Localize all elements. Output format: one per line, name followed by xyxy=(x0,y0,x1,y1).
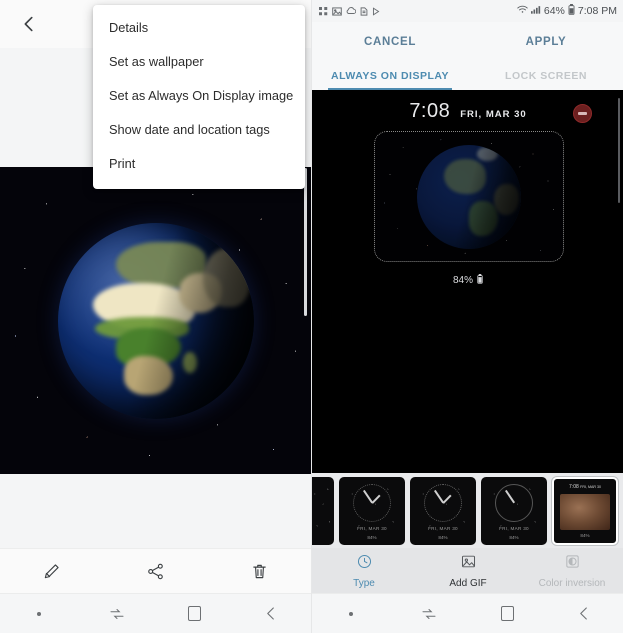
editor-tool-color-inversion-label: Color inversion xyxy=(538,577,606,589)
battery-icon xyxy=(568,3,575,18)
overflow-menu: Details Set as wallpaper Set as Always O… xyxy=(93,5,305,189)
thumbnail-battery-label: 84% xyxy=(580,532,590,538)
status-bar: 64% 7:08 PM xyxy=(312,0,623,22)
editor-tool-bar: Type Add GIF Color inversion xyxy=(312,548,623,593)
dot-icon[interactable] xyxy=(312,611,390,616)
editor-tool-color-inversion[interactable]: Color inversion xyxy=(520,553,623,589)
status-system-icons: 64% 7:08 PM xyxy=(517,3,617,18)
battery-percent-label: 64% xyxy=(543,5,565,17)
document-icon xyxy=(360,6,368,16)
dot-icon[interactable] xyxy=(0,611,78,616)
thumbnail-item[interactable]: FRI, MAR 30 84% xyxy=(481,476,547,545)
aod-preview-canvas[interactable]: 7:08 FRI, MAR 30 84% xyxy=(312,90,623,473)
minus-circle-icon[interactable] xyxy=(573,104,592,123)
preview-battery-percent: 84% xyxy=(452,274,473,286)
thumbnail-item[interactable]: FRI, MAR 30 84% xyxy=(410,476,476,545)
android-navigation-bar-right xyxy=(312,593,623,633)
earth-globe-image xyxy=(57,222,254,419)
preview-earth-globe-image xyxy=(417,144,521,249)
status-clock: 7:08 PM xyxy=(577,5,617,17)
editor-tool-add-gif-label: Add GIF xyxy=(449,577,487,589)
thumbnail-battery-label: 84% xyxy=(509,534,519,540)
thumbnail-star-dots xyxy=(312,476,334,545)
editor-tool-type[interactable]: Type xyxy=(312,553,416,589)
pencil-icon[interactable] xyxy=(35,556,69,586)
share-icon[interactable] xyxy=(138,556,172,586)
thumbnail-item[interactable] xyxy=(312,476,334,545)
recents-icon[interactable] xyxy=(78,605,156,623)
thumbnail-date-value: FRI, MAR 30 xyxy=(580,484,601,489)
menu-item-details[interactable]: Details xyxy=(93,11,305,45)
status-notification-icons xyxy=(319,6,380,16)
chevron-left-icon[interactable] xyxy=(18,13,40,35)
editor-tabs: ALWAYS ON DISPLAY LOCK SCREEN xyxy=(312,62,623,90)
always-on-display-editor-screen: 64% 7:08 PM CANCEL APPLY ALWAYS ON DISPL… xyxy=(311,0,623,633)
analog-clock-face-icon xyxy=(495,483,533,522)
preview-battery-row: 84% xyxy=(312,271,623,289)
gallery-lower-blank-area xyxy=(0,474,311,548)
home-square-icon[interactable] xyxy=(468,606,546,621)
thumbnail-item[interactable]: FRI, MAR 30 84% xyxy=(339,476,405,545)
preview-date: FRI, MAR 30 xyxy=(460,109,527,120)
image-icon xyxy=(460,553,477,575)
trash-icon[interactable] xyxy=(242,556,276,586)
android-navigation-bar-left xyxy=(0,593,311,633)
signal-bars-icon xyxy=(530,5,541,17)
back-arrow-icon[interactable] xyxy=(546,604,623,623)
photo-canvas[interactable] xyxy=(0,167,311,474)
analog-clock-face-icon xyxy=(353,483,391,522)
image-icon xyxy=(332,6,342,16)
menu-item-set-as-wallpaper[interactable]: Set as wallpaper xyxy=(93,45,305,79)
thumbnail-date-label: FRI, MAR 30 xyxy=(428,525,458,531)
contrast-icon xyxy=(564,553,581,575)
cancel-button[interactable]: CANCEL xyxy=(312,36,468,48)
thumbnail-date-label: FRI, MAR 30 xyxy=(499,525,529,531)
preview-battery-icon xyxy=(477,271,483,289)
home-square-icon[interactable] xyxy=(156,606,234,621)
preview-image-frame[interactable] xyxy=(374,131,564,262)
wifi-icon xyxy=(517,5,528,17)
editor-tool-add-gif[interactable]: Add GIF xyxy=(416,553,520,589)
tab-always-on-display[interactable]: ALWAYS ON DISPLAY xyxy=(312,62,468,90)
recents-icon[interactable] xyxy=(390,605,468,623)
thumbnail-battery-label: 84% xyxy=(438,534,448,540)
preview-time: 7:08 xyxy=(409,100,451,122)
cloud-icon xyxy=(346,7,356,15)
play-icon xyxy=(372,6,380,16)
tab-lock-screen[interactable]: LOCK SCREEN xyxy=(468,62,623,90)
editor-tool-type-label: Type xyxy=(353,577,375,589)
thumbnail-item-selected[interactable]: 7:08 FRI, MAR 30 84% xyxy=(552,476,618,545)
thumbnail-date-label: FRI, MAR 30 xyxy=(357,525,387,531)
preview-scrollbar[interactable] xyxy=(617,98,620,203)
back-arrow-icon[interactable] xyxy=(233,604,311,623)
menu-item-show-date-and-location-tags[interactable]: Show date and location tags xyxy=(93,113,305,147)
thumbnail-gif-preview xyxy=(560,493,610,530)
gallery-viewer-screen: Details Set as wallpaper Set as Always O… xyxy=(0,0,311,633)
screenshot-root: Details Set as wallpaper Set as Always O… xyxy=(0,0,623,633)
menu-item-set-as-always-on-display-image[interactable]: Set as Always On Display image xyxy=(93,79,305,113)
globe-shadow-overlay xyxy=(57,222,254,419)
menu-item-print[interactable]: Print xyxy=(93,147,305,181)
clock-icon xyxy=(356,553,373,575)
thumbnail-time-value: 7:08 xyxy=(569,483,579,490)
clock-style-thumbnail-strip[interactable]: FRI, MAR 30 84% FRI, MAR 30 84% FRI, MAR… xyxy=(312,473,623,548)
analog-clock-face-icon xyxy=(424,483,462,522)
thumbnail-time-label: 7:08 FRI, MAR 30 xyxy=(554,484,616,490)
gallery-bottom-toolbar xyxy=(0,548,311,593)
apps-grid-icon xyxy=(319,6,328,16)
editor-action-bar: CANCEL APPLY xyxy=(312,22,623,62)
apply-button[interactable]: APPLY xyxy=(468,36,623,48)
gallery-scrollbar[interactable] xyxy=(304,168,307,316)
tab-always-on-display-label: ALWAYS ON DISPLAY xyxy=(330,70,449,82)
preview-globe-shadow-overlay xyxy=(417,144,521,249)
thumbnail-battery-label: 84% xyxy=(367,534,377,540)
